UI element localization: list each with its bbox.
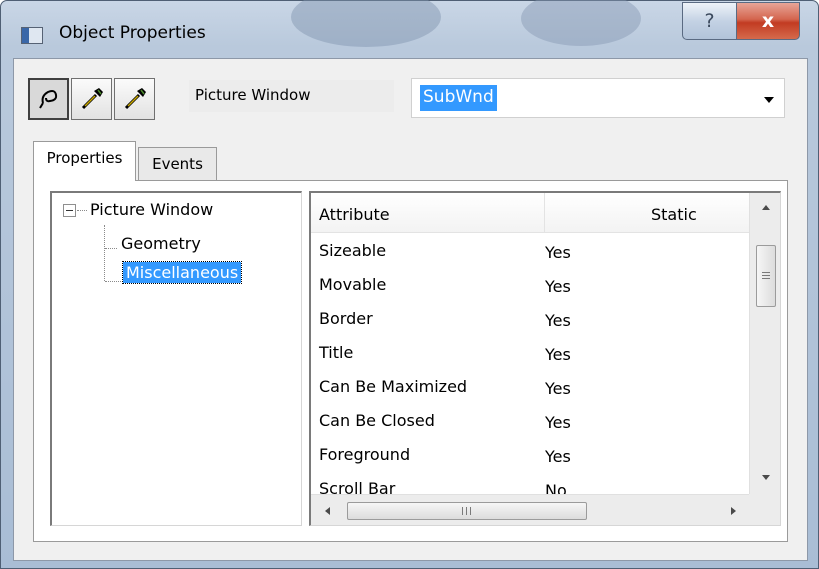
tab-properties[interactable]: Properties (33, 141, 136, 181)
close-icon: x (761, 10, 775, 32)
attribute-static-value: Yes (545, 277, 571, 296)
scroll-up-arrow-icon[interactable] (762, 205, 770, 210)
grip-icon (762, 272, 770, 279)
chevron-down-icon[interactable] (764, 97, 774, 103)
tree-connector (105, 281, 123, 282)
scroll-right-arrow-icon[interactable] (731, 507, 736, 515)
attribute-static-value: Yes (545, 447, 571, 466)
table-row[interactable]: Foreground Yes (311, 439, 749, 473)
column-header-static[interactable]: Static (651, 205, 697, 224)
attribute-static-value: Yes (545, 311, 571, 330)
attribute-static-value: Yes (545, 243, 571, 262)
attribute-name: Foreground (319, 445, 411, 464)
aero-reflection (521, 0, 641, 46)
column-header-attribute[interactable]: Attribute (319, 205, 390, 224)
tree-item-picture-window[interactable]: Picture Window (90, 200, 213, 219)
attribute-name: Can Be Closed (319, 411, 435, 430)
title-bar[interactable]: Object Properties ? x (1, 0, 818, 57)
collapse-icon[interactable] (63, 204, 76, 217)
attribute-static-value: Yes (545, 345, 571, 364)
help-icon: ? (704, 10, 715, 32)
scroll-down-arrow-icon[interactable] (762, 475, 770, 480)
attribute-name: Can Be Maximized (319, 377, 468, 396)
attribute-name: Border (319, 309, 373, 328)
table-row[interactable]: Title Yes (311, 337, 749, 371)
vertical-scrollbar[interactable] (749, 193, 780, 494)
attribute-static-value: Yes (545, 379, 571, 398)
table-row[interactable]: Can Be Closed Yes (311, 405, 749, 439)
pipette-icon (124, 88, 146, 110)
object-name-value[interactable]: SubWnd (420, 85, 497, 111)
attribute-name: Sizeable (319, 241, 387, 260)
grip-icon (462, 507, 471, 515)
table-row[interactable]: Border Yes (311, 303, 749, 337)
table-row[interactable]: Can Be Maximized Yes (311, 371, 749, 405)
aero-reflection (291, 0, 441, 47)
pick-color-button[interactable] (71, 78, 112, 120)
attribute-name: Movable (319, 275, 387, 294)
pin-button[interactable] (28, 78, 69, 120)
object-name-combobox[interactable]: SubWnd (411, 78, 785, 118)
tree-item-miscellaneous[interactable]: Miscellaneous (121, 261, 243, 284)
column-divider[interactable] (544, 193, 545, 233)
pick-color-button-2[interactable] (114, 78, 155, 120)
object-properties-window: Object Properties ? x Picture Window Sub… (0, 0, 819, 569)
tree-connector (104, 225, 105, 281)
attribute-name: Title (319, 343, 354, 362)
pin-icon (38, 90, 57, 109)
tree-connector (105, 248, 117, 249)
pipette-icon (81, 88, 103, 110)
vertical-scroll-thumb[interactable] (756, 245, 776, 307)
object-type-label: Picture Window (189, 80, 394, 112)
close-button[interactable]: x (736, 2, 800, 40)
scrollbar-corner (749, 494, 780, 525)
attribute-static-value: Yes (545, 413, 571, 432)
attributes-list[interactable]: Attribute Static Sizeable Yes Movable Ye… (309, 191, 781, 526)
help-button[interactable]: ? (682, 2, 737, 40)
window-title: Object Properties (59, 23, 206, 43)
tab-events[interactable]: Events (138, 147, 217, 183)
table-row[interactable]: Sizeable Yes (311, 235, 749, 269)
window-icon (21, 27, 43, 44)
list-header: Attribute Static (311, 193, 749, 233)
tree-item-geometry[interactable]: Geometry (121, 234, 201, 253)
scroll-left-arrow-icon[interactable] (325, 507, 330, 515)
horizontal-scroll-thumb[interactable] (347, 502, 587, 520)
horizontal-scrollbar[interactable] (311, 494, 749, 525)
toolbar (28, 78, 157, 120)
table-row[interactable]: Movable Yes (311, 269, 749, 303)
tree-connector (77, 210, 87, 211)
